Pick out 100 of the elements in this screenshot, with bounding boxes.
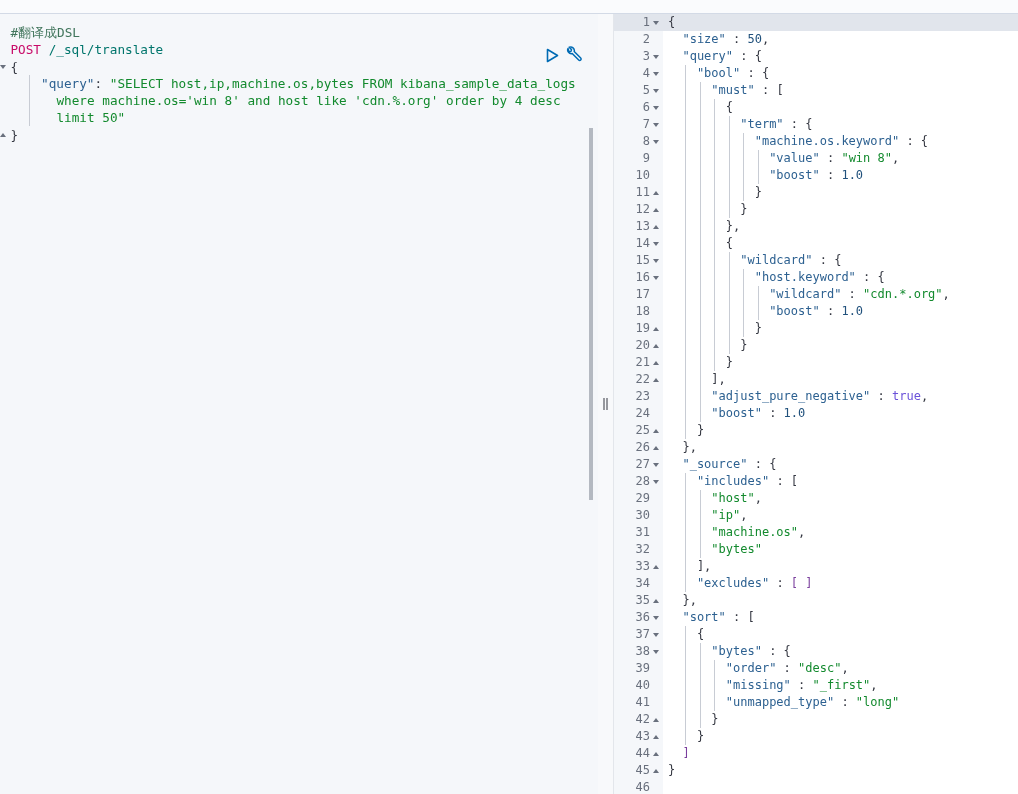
- fold-up-icon[interactable]: [653, 717, 659, 722]
- fold-up-icon[interactable]: [653, 564, 659, 569]
- line-number: 33: [635, 558, 650, 575]
- code-line: {: [695, 627, 705, 641]
- fold-down-icon[interactable]: [653, 462, 659, 467]
- fold-down-icon[interactable]: [653, 275, 659, 280]
- line-number: 31: [635, 524, 650, 541]
- fold-down-icon[interactable]: [653, 649, 659, 654]
- code-line: "wildcard" : "cdn.*.org",: [768, 287, 950, 301]
- code-line: },: [681, 440, 697, 454]
- code-line: }: [739, 202, 748, 216]
- line-number: 6: [642, 99, 650, 116]
- line-number: 17: [635, 286, 650, 303]
- wrench-icon[interactable]: [565, 46, 583, 64]
- code-line: },: [681, 593, 697, 607]
- fold-down-icon[interactable]: [653, 122, 659, 127]
- line-number: 12: [635, 201, 650, 218]
- fold-down-icon[interactable]: [653, 71, 659, 76]
- line-number: 8: [642, 133, 650, 150]
- code-line: }: [10, 127, 19, 142]
- code-line: "host.keyword" : {: [753, 270, 885, 284]
- code-line: }: [739, 338, 748, 352]
- code-line: "sort" : [: [681, 610, 755, 624]
- line-number: 11: [635, 184, 650, 201]
- fold-up-icon[interactable]: [653, 377, 659, 382]
- code-line: "boost" : 1.0: [768, 304, 864, 318]
- code-line: ],: [710, 372, 726, 386]
- code-line: ],: [695, 559, 712, 573]
- code-line: "query": "SELECT host,ip,machine.os,bytes FROM kibana_sample_data_logs where machine.os='win 8' and host like 'cdn.%.org' order by 4 desc limit 50": [40, 76, 577, 125]
- line-number: 39: [635, 660, 650, 677]
- resize-handle-icon[interactable]: [603, 398, 608, 410]
- code-line: "order" : "desc",: [724, 661, 849, 675]
- fold-down-icon[interactable]: [653, 54, 659, 59]
- fold-up-icon[interactable]: [653, 360, 659, 365]
- fold-down-icon[interactable]: [653, 139, 659, 144]
- line-number: 14: [635, 235, 650, 252]
- code-line: {: [724, 236, 734, 250]
- code-line: {: [10, 59, 19, 74]
- line-number: 1: [642, 14, 650, 31]
- line-number: 46: [635, 779, 650, 794]
- line-number: 44: [635, 745, 650, 762]
- code-line: "term" : {: [739, 117, 813, 131]
- fold-up-icon[interactable]: [653, 207, 659, 212]
- fold-down-icon[interactable]: [653, 88, 659, 93]
- fold-down-icon[interactable]: [653, 20, 659, 25]
- fold-up-icon[interactable]: [653, 751, 659, 756]
- code-line: "wildcard" : {: [739, 253, 842, 267]
- line-number: 37: [635, 626, 650, 643]
- fold-up-icon[interactable]: [653, 734, 659, 739]
- line-number: 16: [635, 269, 650, 286]
- line-number: 22: [635, 371, 650, 388]
- fold-up-icon[interactable]: [653, 190, 659, 195]
- code-line: "machine.os",: [710, 525, 806, 539]
- code-line: "bytes" : {: [710, 644, 791, 658]
- fold-up-icon[interactable]: [653, 428, 659, 433]
- play-icon[interactable]: [546, 47, 559, 63]
- line-number: 5: [642, 82, 650, 99]
- line-number: 41: [635, 694, 650, 711]
- fold-up-icon[interactable]: [653, 343, 659, 348]
- code-line: "size" : 50,: [681, 32, 770, 46]
- fold-up-icon[interactable]: [0, 132, 6, 137]
- line-number: 21: [635, 354, 650, 371]
- fold-down-icon[interactable]: [653, 105, 659, 110]
- code-line: }: [695, 729, 705, 743]
- code-line: }: [724, 355, 734, 369]
- fold-down-icon[interactable]: [653, 241, 659, 246]
- line-number: 28: [635, 473, 650, 490]
- code-line: "host",: [710, 491, 762, 505]
- scrollbar[interactable]: [589, 128, 593, 500]
- fold-down-icon[interactable]: [653, 632, 659, 637]
- line-number: 25: [635, 422, 650, 439]
- code-line: "unmapped_type" : "long": [724, 695, 900, 709]
- fold-down-icon[interactable]: [653, 615, 659, 620]
- line-number: 30: [635, 507, 650, 524]
- code-line: "value" : "win 8",: [768, 151, 900, 165]
- line-number: 45: [635, 762, 650, 779]
- code-line: "includes" : [: [695, 474, 799, 488]
- fold-up-icon[interactable]: [653, 326, 659, 331]
- code-line: "must" : [: [710, 83, 784, 97]
- fold-up-icon[interactable]: [653, 445, 659, 450]
- fold-down-icon[interactable]: [653, 479, 659, 484]
- line-number: 32: [635, 541, 650, 558]
- code-line: {: [668, 15, 676, 29]
- line-number: 2: [642, 31, 650, 48]
- code-line: "missing" : "_first",: [724, 678, 878, 692]
- code-line: {: [724, 100, 734, 114]
- fold-down-icon[interactable]: [0, 64, 6, 69]
- code-line: #翻译成DSL: [10, 25, 80, 40]
- fold-up-icon[interactable]: [653, 768, 659, 773]
- fold-up-icon[interactable]: [653, 224, 659, 229]
- code-line: "machine.os.keyword" : {: [753, 134, 929, 148]
- code-line: }: [695, 423, 705, 437]
- code-line: "excludes" : [ ]: [695, 576, 813, 590]
- line-number: 19: [635, 320, 650, 337]
- line-number: 15: [635, 252, 650, 269]
- fold-up-icon[interactable]: [653, 598, 659, 603]
- fold-down-icon[interactable]: [653, 258, 659, 263]
- code-line: }: [753, 185, 762, 199]
- code-line: "adjust_pure_negative" : true,: [710, 389, 929, 403]
- line-number: 18: [635, 303, 650, 320]
